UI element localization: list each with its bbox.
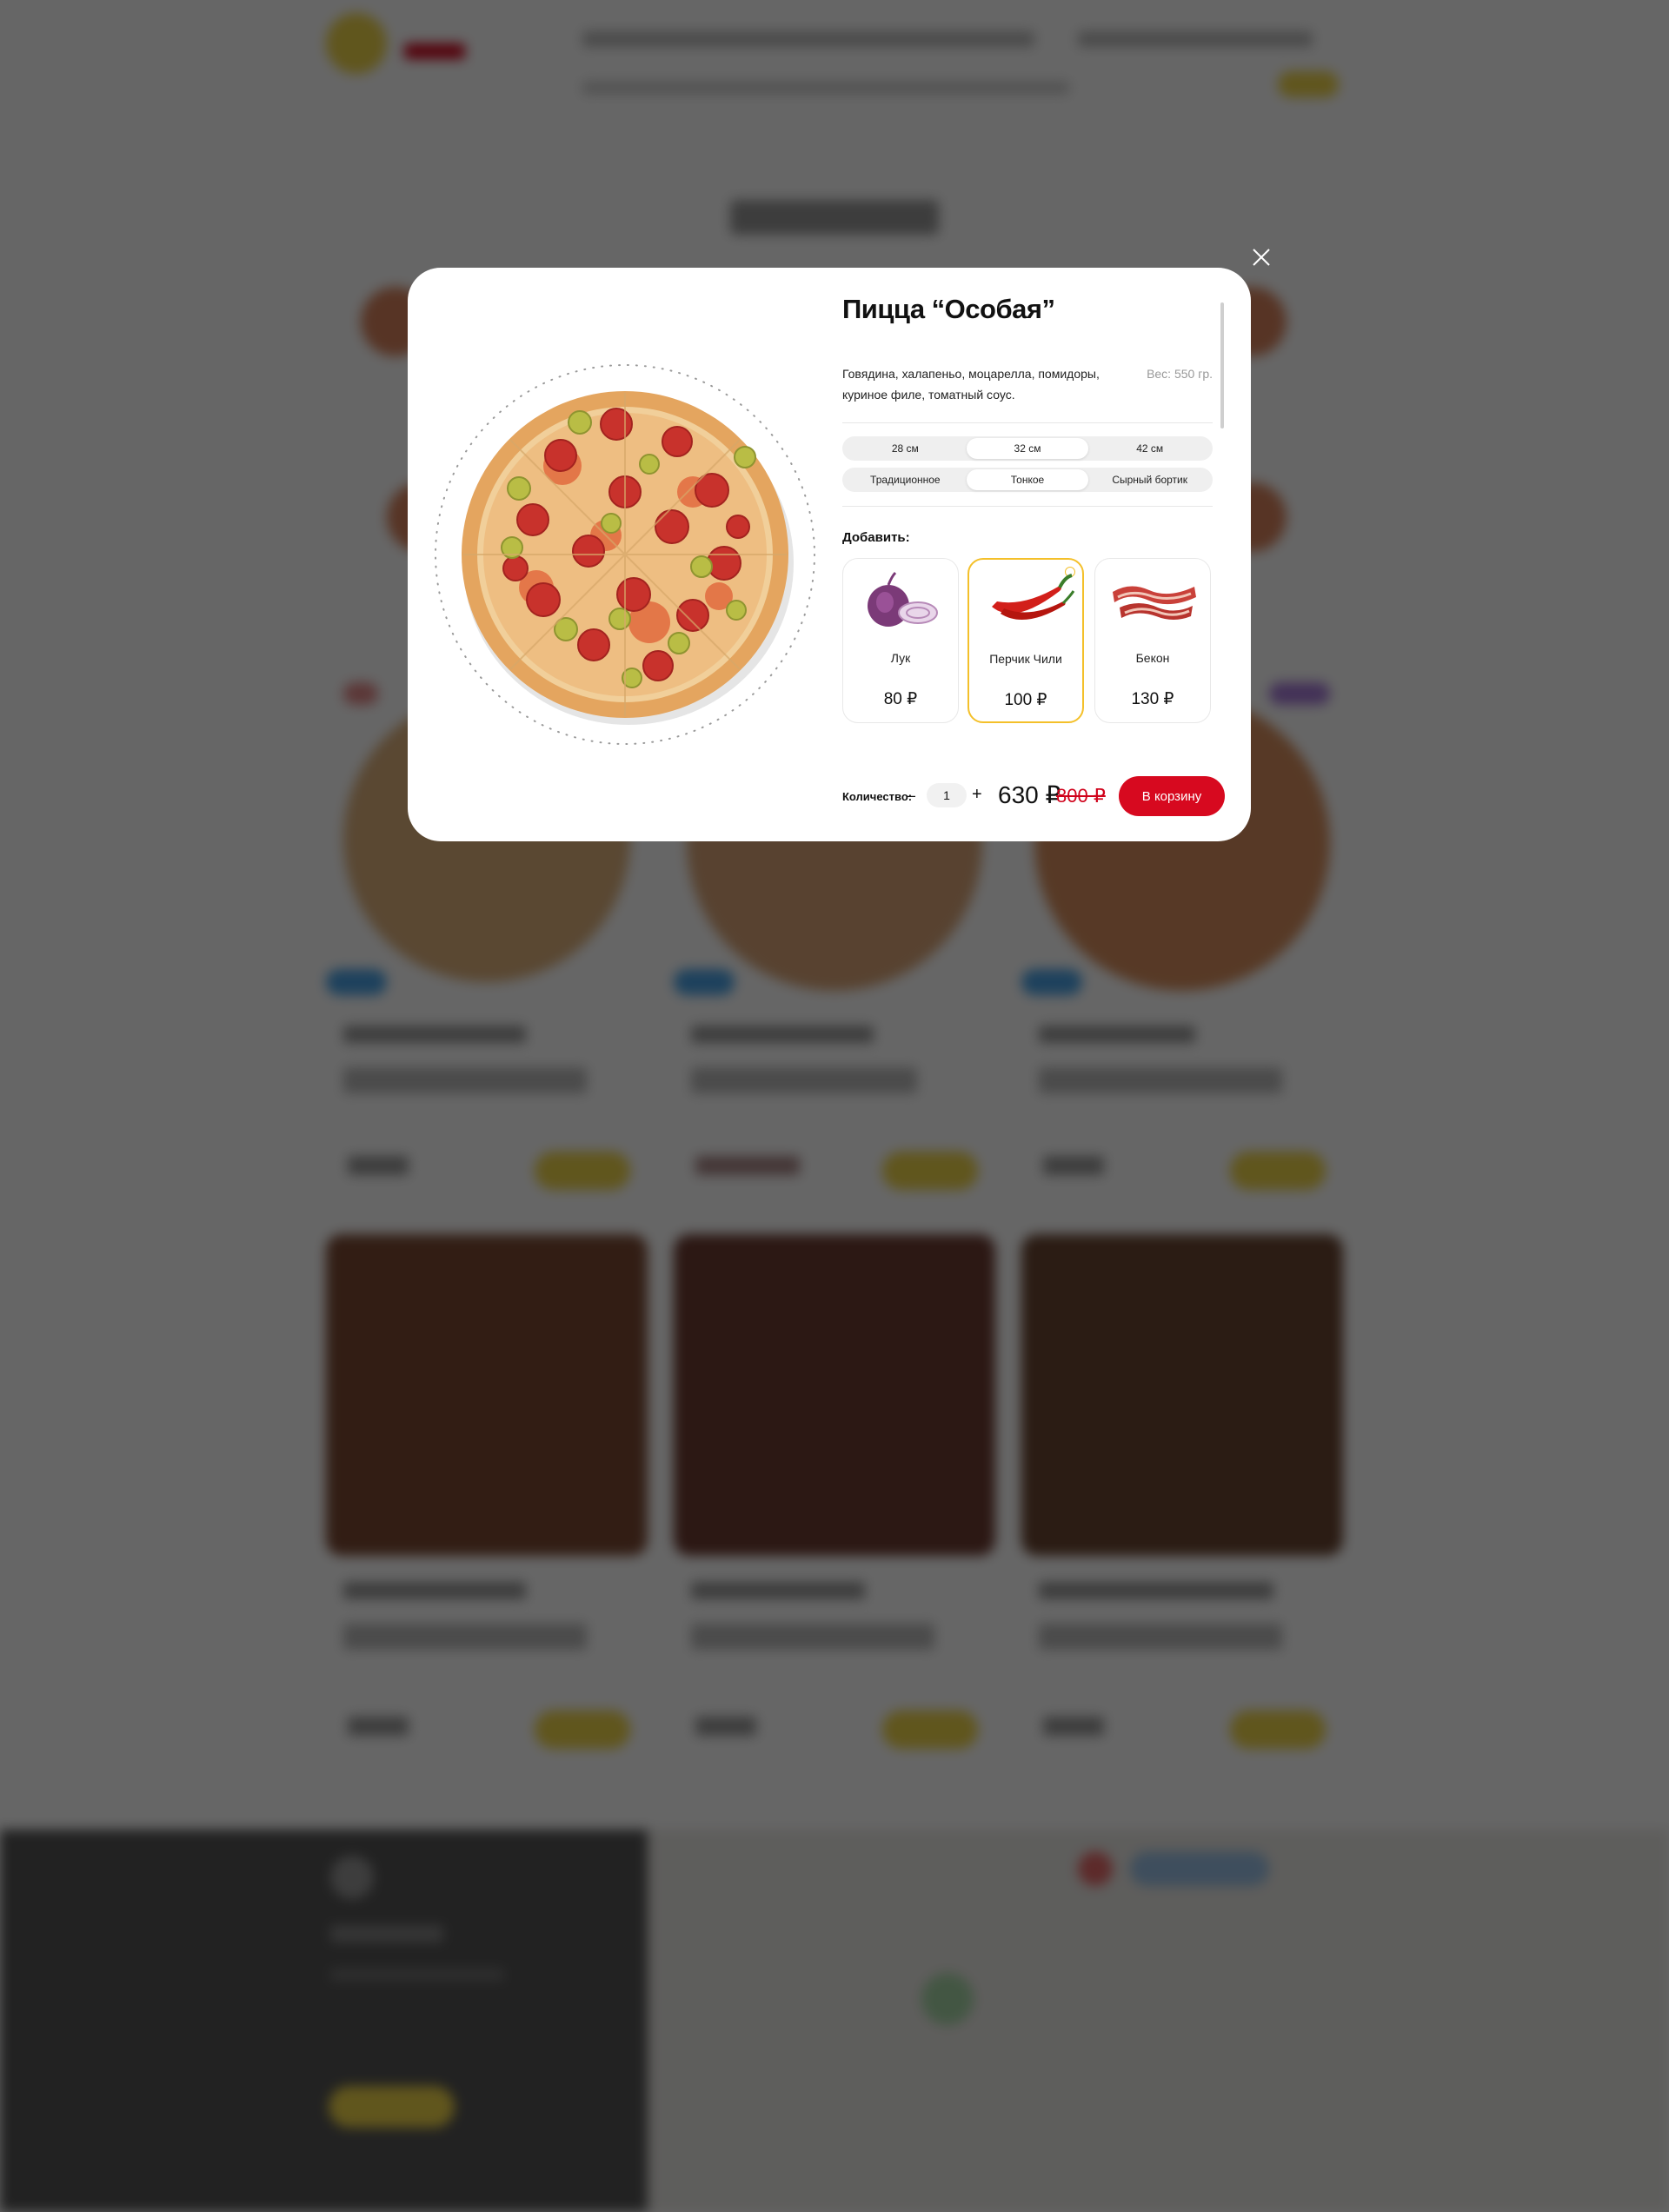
topping-name: Перчик Чили <box>989 652 1062 666</box>
product-weight: Вес: 550 гр. <box>1147 367 1213 381</box>
product-modal: Пицца “Особая” Говядина, халапеньо, моца… <box>408 268 1251 841</box>
size-selector: 28 см 32 см 42 см <box>842 436 1213 461</box>
chili-pepper-icon <box>980 572 1075 631</box>
topping-card-onion[interactable]: Лук 80 ₽ <box>842 558 959 723</box>
product-description: Говядина, халапеньо, моцарелла, помидоры… <box>842 367 1100 402</box>
add-toppings-title: Добавить: <box>842 530 910 545</box>
current-price: 630 ₽ <box>998 781 1061 808</box>
topping-name: Бекон <box>1135 651 1170 665</box>
size-option-32[interactable]: 32 см <box>966 438 1089 459</box>
divider <box>842 506 1213 507</box>
topping-price: 100 ₽ <box>1004 691 1047 709</box>
onion-icon <box>854 571 949 630</box>
topping-card-bacon[interactable]: Бекон 130 ₽ <box>1094 558 1211 723</box>
scrollbar[interactable] <box>1220 302 1224 428</box>
quantity-label: Количество: <box>842 790 913 803</box>
pizza-image <box>432 362 818 747</box>
add-to-cart-button[interactable]: В корзину <box>1119 776 1225 816</box>
topping-name: Лук <box>890 651 911 665</box>
crust-option-thin[interactable]: Тонкое <box>966 469 1089 490</box>
quantity-plus-button[interactable]: + <box>972 785 982 805</box>
bacon-icon <box>1106 571 1201 630</box>
topping-price: 130 ₽ <box>1131 690 1174 708</box>
toppings-list: Лук 80 ₽ Перчик Чили 100 ₽ Бекон 130 ₽ <box>842 558 1213 730</box>
crust-option-cheese[interactable]: Сырный бортик <box>1088 469 1211 490</box>
quantity-value[interactable]: 1 <box>927 783 967 807</box>
close-icon[interactable] <box>1250 246 1273 269</box>
quantity-minus-button[interactable]: – <box>907 787 915 805</box>
crust-selector: Традиционное Тонкое Сырный бортик <box>842 468 1213 492</box>
topping-price: 80 ₽ <box>883 690 918 708</box>
crust-option-traditional[interactable]: Традиционное <box>844 469 967 490</box>
divider <box>842 422 1213 423</box>
size-option-28[interactable]: 28 см <box>844 438 967 459</box>
topping-card-chili[interactable]: Перчик Чили 100 ₽ <box>967 558 1084 723</box>
old-price: 800 ₽ <box>1056 785 1106 807</box>
product-title: Пицца “Особая” <box>842 294 1055 324</box>
size-option-42[interactable]: 42 см <box>1088 438 1211 459</box>
